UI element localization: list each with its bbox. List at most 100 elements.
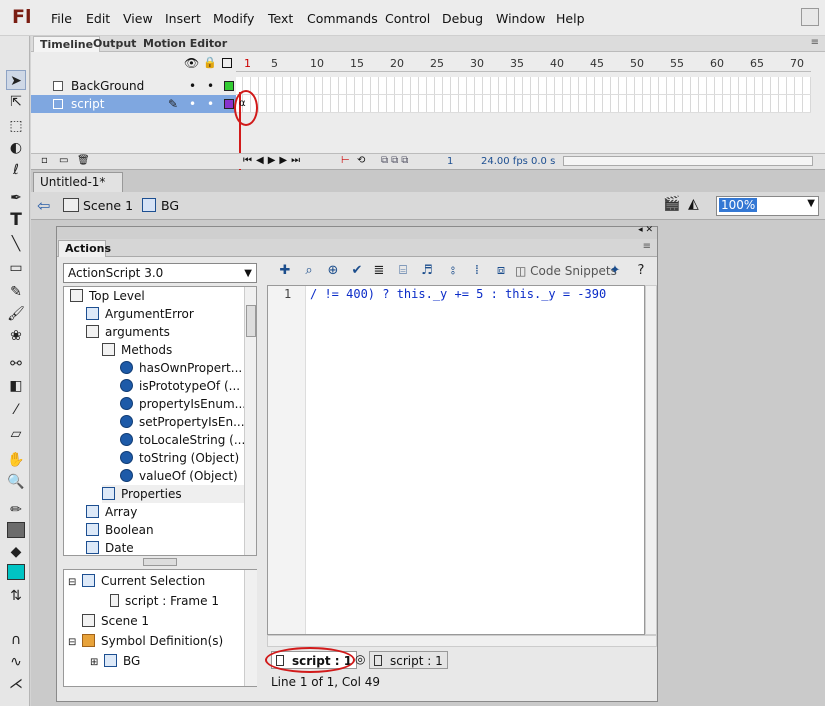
frame-ruler[interactable]: 1 5 10 15 20 25 30 35 40 45 50 55 60 65 … (236, 54, 811, 72)
tree-item[interactable]: Top Level (70, 287, 250, 305)
keyframe-action-icon[interactable]: α (239, 98, 246, 109)
pencil-tool-icon[interactable]: ✎ (6, 282, 26, 302)
rectangle-tool-icon[interactable]: ▭ (6, 258, 26, 278)
3d-rotation-tool-icon[interactable]: ◐ (6, 138, 26, 158)
tree-item[interactable]: hasOwnPropert... (120, 359, 256, 377)
tree-item[interactable]: valueOf (Object) (120, 467, 256, 485)
visibility-dot[interactable]: • (189, 95, 196, 113)
add-statement-icon[interactable]: ✚ (277, 263, 293, 279)
menu-window[interactable]: Window (496, 11, 545, 26)
layer-color-swatch[interactable] (224, 99, 234, 109)
help-icon[interactable]: ? (633, 263, 649, 279)
breadcrumb-scene[interactable]: Scene 1 (83, 198, 133, 213)
lasso-tool-icon[interactable]: ℓ (6, 160, 26, 180)
collapse-selection-icon[interactable]: ⁞ (469, 263, 485, 279)
current-frame[interactable]: 1 (447, 156, 453, 167)
nav-item-symbol-definitions[interactable]: ⊟ Symbol Definition(s) (68, 632, 248, 650)
fill-color-swatch[interactable] (7, 564, 25, 580)
collapse-between-braces-icon[interactable]: ⦂ (445, 263, 461, 279)
wand-icon[interactable]: ✦ (607, 263, 623, 279)
panel-menu-icon[interactable]: ≡ (643, 241, 651, 252)
nav-item-script-frame[interactable]: script : Frame 1 (110, 592, 290, 610)
tree-item[interactable]: arguments (86, 323, 256, 341)
tree-item[interactable]: isPrototypeOf (... (120, 377, 256, 395)
stroke-color-swatch[interactable] (7, 522, 25, 538)
eyedropper-tool-icon[interactable]: ⁄ (6, 400, 26, 420)
menu-help[interactable]: Help (556, 11, 585, 26)
tree-item[interactable]: setPropertyIsEn... (120, 413, 256, 431)
lock-icon[interactable]: 🔒 (203, 56, 217, 69)
zoom-tool-icon[interactable]: 🔍 (6, 472, 26, 492)
tree-scrollbar[interactable] (244, 287, 256, 555)
tree-item[interactable]: Array (86, 503, 256, 521)
bone-tool-icon[interactable]: ⚯ (6, 354, 26, 374)
timeline-hscroll[interactable] (563, 156, 813, 166)
tab-output[interactable]: Output (87, 36, 142, 52)
script-editor[interactable]: 1 / != 400) ? this._y += 5 : this._y = -… (267, 285, 645, 635)
tab-actions[interactable]: Actions (58, 240, 111, 257)
code-line[interactable]: / != 400) ? this._y += 5 : this._y = -39… (310, 287, 606, 301)
frames-row-script[interactable] (236, 95, 811, 113)
paint-bucket-tool-icon[interactable]: ◧ (6, 376, 26, 396)
breadcrumb-symbol[interactable]: BG (161, 198, 179, 213)
outline-icon[interactable] (222, 58, 232, 68)
eye-icon[interactable]: 👁 (184, 56, 199, 70)
find-icon[interactable]: ⌕ (301, 263, 317, 279)
tree-item[interactable]: Date (86, 539, 256, 555)
text-tool-icon[interactable]: T (6, 210, 26, 230)
snap-magnet-icon[interactable]: ∩ (6, 630, 26, 650)
selection-tool-icon[interactable]: ➤ (6, 70, 26, 90)
language-select[interactable]: ActionScript 3.0 ▼ (63, 263, 257, 283)
subselection-tool-icon[interactable]: ⇱ (6, 92, 26, 112)
tree-item[interactable]: Methods (102, 341, 256, 359)
insert-target-path-icon[interactable]: ⊕ (325, 263, 341, 279)
expand-all-icon[interactable]: ⧈ (493, 263, 509, 279)
document-tab[interactable]: Untitled-1* × (33, 172, 123, 207)
menu-file[interactable]: File (51, 11, 72, 26)
pen-tool-icon[interactable]: ✒ (6, 188, 26, 208)
nav-item-scene[interactable]: Scene 1 (82, 612, 262, 630)
frames-row-background[interactable] (236, 77, 811, 95)
window-control-button[interactable] (801, 8, 819, 26)
brush-tool-icon[interactable]: 🖌 (6, 304, 26, 324)
chevron-down-icon[interactable]: ▼ (807, 198, 815, 209)
panel-collapse-icon[interactable]: ◂ ✕ (638, 225, 653, 235)
script-tab-current[interactable]: script : 1 (369, 651, 448, 669)
tree-item[interactable]: propertyIsEnum... (120, 395, 256, 413)
frame-rate[interactable]: 24.00 fps (481, 156, 528, 167)
hand-tool-icon[interactable]: ✋ (6, 450, 26, 470)
swap-colors-icon[interactable]: ⇅ (6, 586, 26, 606)
nav-item-bg[interactable]: ⊞ BG (90, 652, 270, 670)
visibility-dot[interactable]: • (189, 77, 196, 95)
lock-dot[interactable]: • (207, 77, 214, 95)
straighten-icon[interactable]: ⋌ (6, 674, 26, 694)
new-layer-icon[interactable]: ▫ (41, 155, 48, 166)
auto-format-icon[interactable]: ≣ (371, 263, 387, 279)
menu-text[interactable]: Text (268, 11, 293, 26)
chevron-down-icon[interactable]: ▼ (244, 265, 252, 283)
fill-color-icon[interactable]: ◆ (6, 542, 26, 562)
editor-vscroll[interactable] (645, 285, 657, 635)
deco-tool-icon[interactable]: ❀ (6, 326, 26, 346)
menu-commands[interactable]: Commands (307, 11, 378, 26)
navigator-scrollbar[interactable] (244, 570, 257, 686)
menu-control[interactable]: Control (385, 11, 430, 26)
check-syntax-icon[interactable]: ✔ (349, 263, 365, 279)
menu-edit[interactable]: Edit (86, 11, 110, 26)
delete-icon[interactable]: 🗑 (77, 155, 90, 166)
tree-item[interactable]: Boolean (86, 521, 256, 539)
tab-motion-editor[interactable]: Motion Editor (137, 36, 233, 52)
menu-view[interactable]: View (123, 11, 153, 26)
scroll-thumb[interactable] (246, 305, 256, 337)
tree-item[interactable]: toString (Object) (120, 449, 256, 467)
menu-modify[interactable]: Modify (213, 11, 254, 26)
tree-item[interactable]: Properties (102, 485, 256, 503)
layer-color-swatch[interactable] (224, 81, 234, 91)
edit-symbols-icon[interactable]: ◭ (688, 196, 699, 212)
layer-row-background[interactable]: BackGround • • (31, 77, 236, 95)
panel-menu-icon[interactable]: ≡ (811, 37, 819, 48)
show-code-hint-icon[interactable]: ⌸ (395, 263, 411, 279)
code-snippets-button[interactable]: ◫ Code Snippets (515, 264, 617, 278)
actions-panel-header[interactable]: ◂ ✕ (57, 225, 657, 239)
eraser-tool-icon[interactable]: ▱ (6, 424, 26, 444)
